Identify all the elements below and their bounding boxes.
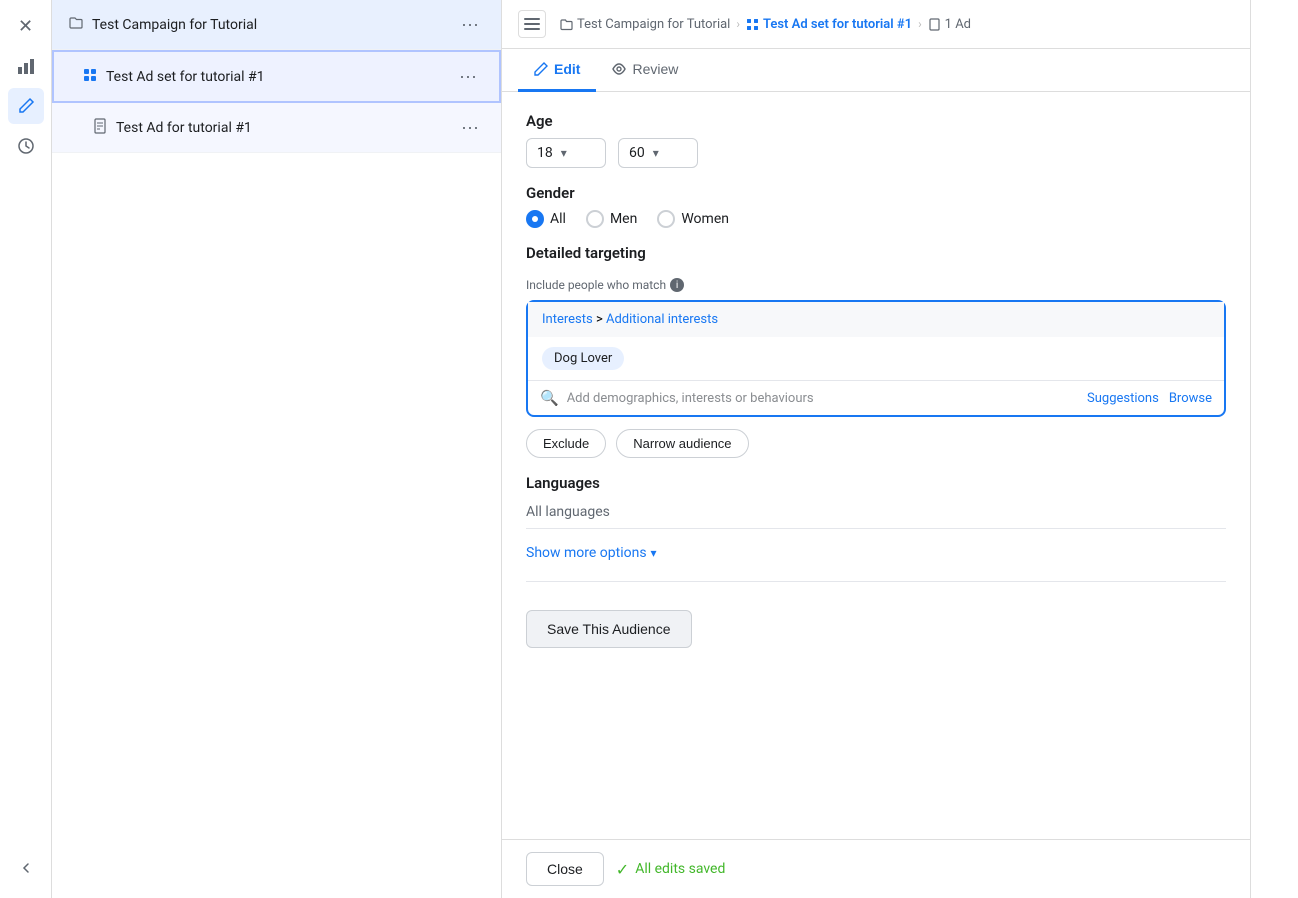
tabs-bar: Edit Review (502, 49, 1250, 92)
save-audience-row: Save This Audience (526, 602, 1226, 648)
adset-label: Test Ad set for tutorial #1 (106, 69, 265, 85)
tree-item-adset[interactable]: Test Ad set for tutorial #1 ··· (52, 50, 501, 103)
save-audience-button[interactable]: Save This Audience (526, 610, 692, 648)
saved-status: ✓ All edits saved (616, 860, 726, 879)
detailed-targeting-label: Detailed targeting (526, 244, 1226, 262)
gender-men-radio[interactable] (586, 210, 604, 228)
sidebar-toggle-button[interactable] (518, 10, 546, 38)
gender-all-option[interactable]: All (526, 210, 566, 228)
adset-more-button[interactable]: ··· (453, 64, 483, 89)
chart-sidebar-button[interactable] (8, 48, 44, 84)
age-section: Age 18 ▾ 60 ▾ (526, 112, 1226, 168)
eye-icon (612, 62, 626, 76)
gender-women-option[interactable]: Women (657, 210, 729, 228)
campaign-more-button[interactable]: ··· (455, 12, 485, 37)
languages-value: All languages (526, 504, 1226, 529)
exclude-button[interactable]: Exclude (526, 429, 606, 458)
ad-label: Test Ad for tutorial #1 (116, 120, 252, 136)
campaign-tree-panel: Test Campaign for Tutorial ··· Test Ad s… (52, 0, 502, 898)
age-min-dropdown[interactable]: 18 ▾ (526, 138, 606, 168)
include-note: Include people who match i (526, 278, 1226, 292)
breadcrumb-file-icon (928, 18, 941, 31)
tree-item-campaign[interactable]: Test Campaign for Tutorial ··· (52, 0, 501, 50)
targeting-box: Interests > Additional interests Dog Lov… (526, 300, 1226, 417)
age-max-arrow-icon: ▾ (653, 146, 659, 160)
tab-edit[interactable]: Edit (518, 49, 596, 92)
file-icon (92, 118, 108, 138)
breadcrumb-sep-1: › (736, 17, 740, 31)
show-more-row: Show more options ▾ (526, 545, 1226, 561)
grid-icon (82, 67, 98, 87)
tag-dog-lover[interactable]: Dog Lover (542, 347, 624, 370)
edit-panel: Test Campaign for Tutorial › Test Ad set… (502, 0, 1250, 898)
languages-label: Languages (526, 474, 1226, 492)
age-max-dropdown[interactable]: 60 ▾ (618, 138, 698, 168)
targeting-tag-area: Dog Lover (528, 337, 1224, 380)
breadcrumb-ad[interactable]: 1 Ad (928, 17, 971, 32)
suggestions-link[interactable]: Suggestions (1087, 391, 1159, 406)
divider (526, 581, 1226, 582)
close-button[interactable]: Close (526, 852, 604, 886)
interests-link[interactable]: Interests (542, 312, 593, 327)
breadcrumb-campaign[interactable]: Test Campaign for Tutorial (560, 17, 730, 32)
tab-review[interactable]: Review (596, 49, 694, 92)
edit-content: Age 18 ▾ 60 ▾ Gender All (502, 92, 1250, 839)
breadcrumb-sep-2: › (918, 17, 922, 31)
languages-section: Languages All languages (526, 474, 1226, 529)
breadcrumb-grid-icon (746, 18, 759, 31)
edit-sidebar-button[interactable] (8, 88, 44, 124)
search-icon: 🔍 (540, 389, 559, 407)
folder-icon (68, 15, 84, 35)
collapse-sidebar-button[interactable] (8, 850, 44, 886)
chevron-down-icon: ▾ (651, 546, 657, 560)
saved-label: All edits saved (635, 861, 725, 877)
breadcrumb-adset[interactable]: Test Ad set for tutorial #1 (746, 17, 912, 32)
gender-label: Gender (526, 184, 1226, 202)
ad-more-button[interactable]: ··· (455, 115, 485, 140)
breadcrumb-bar: Test Campaign for Tutorial › Test Ad set… (502, 0, 1250, 49)
check-icon: ✓ (616, 860, 629, 879)
age-label: Age (526, 112, 1226, 130)
targeting-search-input[interactable]: Add demographics, interests or behaviour… (567, 391, 1079, 406)
left-sidebar: ✕ (0, 0, 52, 898)
edit-tab-icon (534, 62, 548, 76)
close-sidebar-button[interactable]: ✕ (8, 8, 44, 44)
narrow-audience-button[interactable]: Narrow audience (616, 429, 748, 458)
audience-action-buttons: Exclude Narrow audience (526, 429, 1226, 458)
gender-men-option[interactable]: Men (586, 210, 637, 228)
browse-link[interactable]: Browse (1169, 391, 1212, 406)
gender-women-radio[interactable] (657, 210, 675, 228)
history-sidebar-button[interactable] (8, 128, 44, 164)
campaign-label: Test Campaign for Tutorial (92, 17, 257, 33)
detailed-targeting-section: Detailed targeting Include people who ma… (526, 244, 1226, 458)
breadcrumb-folder-icon (560, 18, 573, 31)
age-min-arrow-icon: ▾ (561, 146, 567, 160)
right-sidebar (1250, 0, 1298, 898)
targeting-search-row: 🔍 Add demographics, interests or behavio… (528, 380, 1224, 415)
targeting-breadcrumb: Interests > Additional interests (528, 302, 1224, 337)
additional-interests-link[interactable]: Additional interests (606, 312, 718, 327)
gender-all-radio[interactable] (526, 210, 544, 228)
gender-section: Gender All Men Women (526, 184, 1226, 228)
bottom-bar: Close ✓ All edits saved (502, 839, 1250, 898)
info-icon: i (670, 278, 684, 292)
show-more-link[interactable]: Show more options ▾ (526, 545, 1226, 561)
tree-item-ad[interactable]: Test Ad for tutorial #1 ··· (52, 103, 501, 153)
targeting-search-actions: Suggestions Browse (1087, 391, 1212, 406)
